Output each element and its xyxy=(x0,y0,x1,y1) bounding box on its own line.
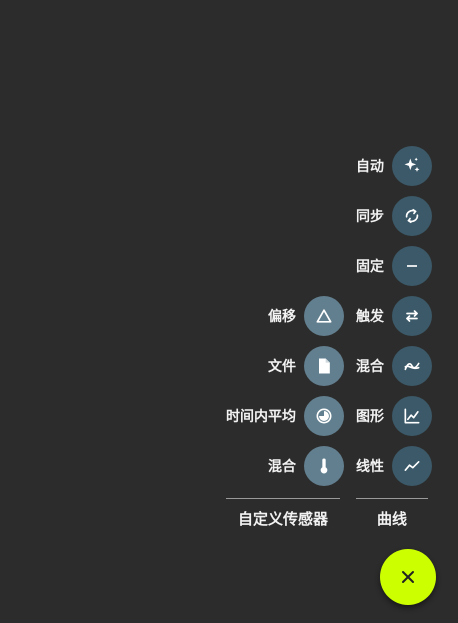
curve-item-fixed[interactable]: 固定 xyxy=(330,246,432,286)
close-icon xyxy=(401,570,415,584)
custom-item-file[interactable]: 文件 xyxy=(214,346,344,386)
blend-curve-icon[interactable] xyxy=(392,346,432,386)
custom-item-label: 混合 xyxy=(268,459,296,475)
custom-item-offset[interactable]: 偏移 xyxy=(214,296,344,336)
curve-group-title: 曲线 xyxy=(376,510,407,528)
sparkle-icon[interactable] xyxy=(392,146,432,186)
custom-item-blend[interactable]: 混合 xyxy=(214,446,344,486)
minus-icon[interactable] xyxy=(392,246,432,286)
trending-line-icon[interactable] xyxy=(392,446,432,486)
custom-item-label: 文件 xyxy=(268,359,296,375)
custom-item-label: 时间内平均 xyxy=(226,409,296,425)
curve-item-linear[interactable]: 线性 xyxy=(330,446,432,486)
swap-arrows-icon[interactable] xyxy=(392,296,432,336)
curve-item-auto[interactable]: 自动 xyxy=(330,146,432,186)
curve-item-label: 混合 xyxy=(356,359,384,375)
custom-sensor-group-title: 自定义传感器 xyxy=(237,510,328,528)
delta-triangle-icon[interactable] xyxy=(304,296,344,336)
curve-item-blend[interactable]: 混合 xyxy=(330,346,432,386)
custom-item-label: 偏移 xyxy=(268,309,296,325)
curve-item-label: 同步 xyxy=(356,209,384,225)
clock-average-icon[interactable] xyxy=(304,396,344,436)
custom-sensor-divider xyxy=(226,498,340,499)
close-fab-button[interactable] xyxy=(380,549,436,605)
curve-item-label: 自动 xyxy=(356,159,384,175)
curve-divider xyxy=(356,498,428,499)
curve-item-label: 固定 xyxy=(356,259,384,275)
curve-item-label: 线性 xyxy=(356,459,384,475)
file-icon[interactable] xyxy=(304,346,344,386)
custom-item-time-average[interactable]: 时间内平均 xyxy=(214,396,344,436)
curve-item-trigger[interactable]: 触发 xyxy=(330,296,432,336)
curve-item-label: 图形 xyxy=(356,409,384,425)
curve-item-label: 触发 xyxy=(356,309,384,325)
line-graph-icon[interactable] xyxy=(392,396,432,436)
curve-item-graph[interactable]: 图形 xyxy=(330,396,432,436)
curve-item-sync[interactable]: 同步 xyxy=(330,196,432,236)
thermometer-icon[interactable] xyxy=(304,446,344,486)
sync-icon[interactable] xyxy=(392,196,432,236)
